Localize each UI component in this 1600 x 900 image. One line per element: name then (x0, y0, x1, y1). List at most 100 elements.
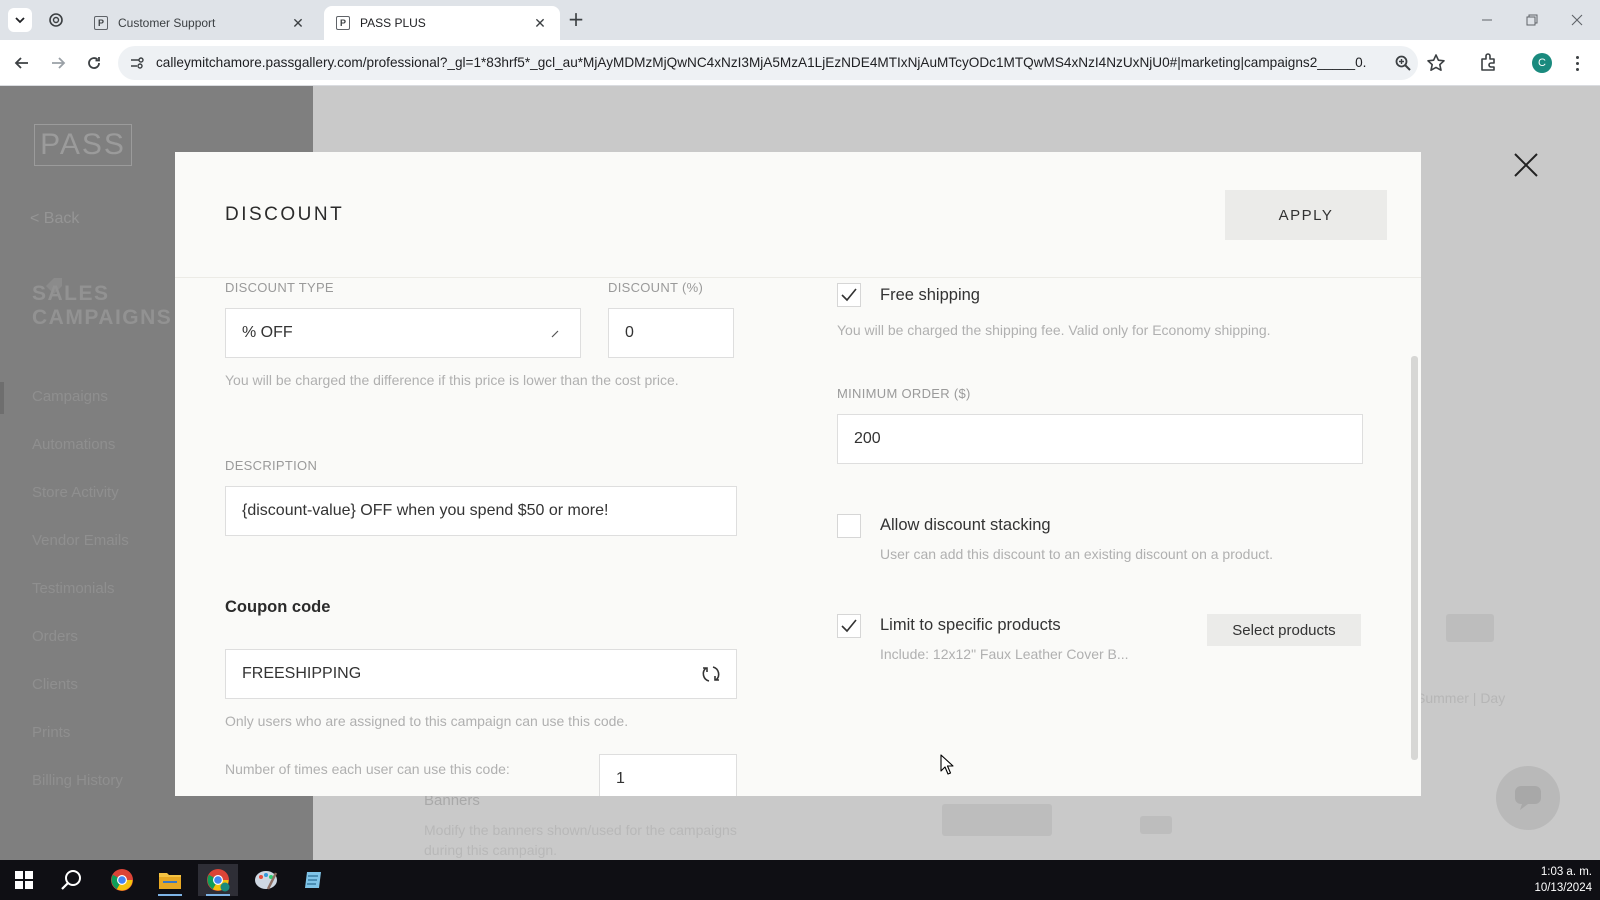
discount-percent-input[interactable]: 0 (608, 308, 734, 358)
clock-time: 1:03 a. m. (1540, 866, 1592, 878)
limit-products-hint: Include: 12x12" Faux Leather Cover B... (880, 646, 1129, 662)
limit-products-checkbox[interactable] (837, 614, 861, 638)
forward-button[interactable] (46, 51, 70, 75)
clock-date: 10/13/2024 (1534, 882, 1592, 894)
minimum-order-input[interactable]: 200 (837, 414, 1363, 464)
discount-type-select[interactable]: % OFF (225, 308, 581, 358)
free-shipping-checkbox[interactable] (837, 283, 861, 307)
tab-title: PASS PLUS (360, 16, 426, 30)
notes-app-button[interactable] (294, 864, 334, 896)
sidebar-item-orders: Orders (32, 628, 78, 645)
chrome-profile-taskbar-button[interactable] (198, 864, 238, 896)
back-link: < Back (30, 210, 80, 227)
regenerate-icon[interactable] (700, 663, 722, 685)
minimize-icon (1482, 19, 1492, 21)
discount-percent-label: DISCOUNT (%) (608, 280, 704, 295)
arrow-left-icon (14, 57, 28, 69)
bg-button (942, 804, 1052, 836)
close-tab-icon[interactable]: ✕ (532, 15, 548, 31)
sidebar-item-vendor-emails: Vendor Emails (32, 532, 129, 549)
modal-title: DISCOUNT (225, 204, 345, 225)
openai-icon (49, 13, 63, 27)
restore-icon (1526, 14, 1538, 26)
site-info-icon[interactable] (128, 54, 146, 72)
limit-products-label[interactable]: Limit to specific products (880, 616, 1061, 635)
discount-stacking-hint: User can add this discount to an existin… (880, 546, 1274, 562)
file-explorer-button[interactable] (150, 864, 190, 896)
close-icon[interactable] (1511, 150, 1541, 180)
back-button[interactable] (10, 51, 34, 75)
pinned-tab[interactable] (46, 10, 66, 30)
reload-icon (88, 57, 100, 69)
coupon-code-value: FREESHIPPING (242, 665, 362, 682)
close-tab-icon[interactable]: ✕ (290, 15, 306, 31)
address-bar[interactable]: calleymitchamore.passgallery.com/profess… (118, 46, 1445, 80)
tab-pass-plus[interactable]: P PASS PLUS ✕ (324, 6, 560, 40)
browser-toolbar: calleymitchamore.passgallery.com/profess… (0, 40, 1600, 86)
discount-stacking-label[interactable]: Allow discount stacking (880, 516, 1051, 535)
chrome-taskbar-button[interactable] (102, 864, 142, 896)
running-indicator (158, 894, 182, 896)
restore-button[interactable] (1519, 8, 1545, 32)
close-icon (1571, 14, 1583, 26)
folder-icon (159, 873, 181, 889)
sidebar-item-testimonials: Testimonials (32, 580, 115, 597)
minimize-button[interactable] (1474, 8, 1500, 32)
search-icon (61, 870, 81, 890)
chevron-down-icon (15, 17, 25, 24)
modal-scrollbar[interactable] (1411, 356, 1418, 760)
reload-button[interactable] (82, 51, 106, 75)
extensions-icon[interactable] (1478, 51, 1500, 73)
sidebar-item-campaigns: Campaigns (32, 388, 108, 405)
uses-per-user-label: Number of times each user can use this c… (225, 761, 510, 777)
free-shipping-hint: You will be charged the shipping fee. Va… (837, 322, 1271, 338)
close-window-button[interactable] (1564, 8, 1590, 32)
checkmark-icon (841, 619, 857, 633)
sidebar-item-clients: Clients (32, 676, 78, 693)
sidebar-item-automations: Automations (32, 436, 116, 453)
checkmark-icon (841, 288, 857, 302)
free-shipping-label[interactable]: Free shipping (880, 286, 980, 305)
sidebar-item-prints: Prints (32, 724, 71, 741)
select-products-button[interactable]: Select products (1207, 614, 1361, 646)
price-hint: You will be charged the difference if th… (225, 372, 679, 388)
logo: PASS (34, 124, 132, 166)
discount-modal: DISCOUNT APPLY DISCOUNT TYPE % OFF DISCO… (175, 152, 1421, 796)
notepad-icon (305, 872, 321, 888)
os-taskbar: 1:03 a. m. 10/13/2024 (0, 860, 1600, 900)
url-text[interactable]: calleymitchamore.passgallery.com/profess… (156, 46, 1366, 80)
uses-per-user-input[interactable]: 1 (599, 754, 737, 796)
running-indicator (206, 894, 230, 896)
minimum-order-label: MINIMUM ORDER ($) (837, 386, 971, 401)
windows-icon (15, 871, 33, 889)
sidebar-item-store-activity: Store Activity (32, 484, 119, 501)
browser-menu-button[interactable] (1570, 52, 1584, 74)
coupon-hint: Only users who are assigned to this camp… (225, 713, 629, 729)
search-button[interactable] (52, 864, 92, 896)
browser-tab-strip: P Customer Support ✕ P PASS PLUS ✕ + (0, 0, 1600, 40)
discount-stacking-checkbox[interactable] (837, 514, 861, 538)
new-tab-button[interactable]: + (566, 9, 586, 30)
chrome-icon (207, 869, 230, 892)
system-clock[interactable]: 1:03 a. m. 10/13/2024 (1522, 864, 1592, 896)
bookmark-star-icon[interactable] (1426, 53, 1446, 73)
zoom-icon[interactable] (1394, 54, 1412, 72)
tab-title: Customer Support (118, 16, 216, 30)
description-label: DESCRIPTION (225, 458, 318, 473)
arrow-right-icon (52, 57, 66, 69)
tab-search-button[interactable] (8, 8, 32, 32)
coupon-code-heading: Coupon code (225, 598, 331, 616)
active-indicator (0, 382, 4, 414)
bg-toggle (1140, 816, 1172, 834)
mouse-cursor-icon (940, 754, 954, 775)
tab-customer-support[interactable]: P Customer Support ✕ (82, 6, 318, 40)
profile-avatar[interactable]: C (1532, 53, 1552, 73)
chat-widget (1496, 766, 1560, 830)
apply-button[interactable]: APPLY (1225, 190, 1387, 240)
discount-type-label: DISCOUNT TYPE (225, 280, 334, 295)
coupon-code-input[interactable]: FREESHIPPING (225, 649, 737, 699)
start-button[interactable] (4, 864, 44, 896)
paint-app-button[interactable] (246, 864, 286, 896)
palette-icon (255, 871, 278, 890)
description-input[interactable]: {discount-value} OFF when you spend $50 … (225, 486, 737, 536)
